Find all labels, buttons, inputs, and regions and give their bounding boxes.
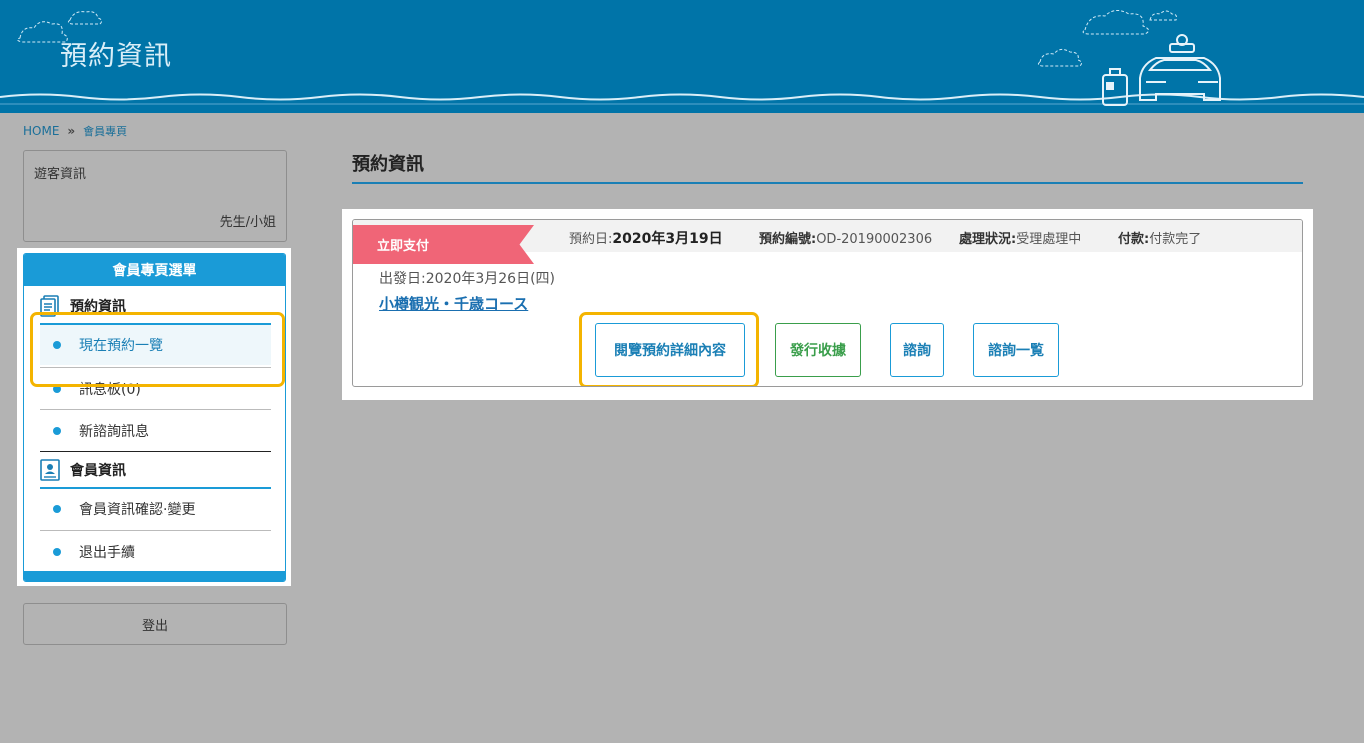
menu-footer-bar bbox=[24, 571, 285, 581]
menu-item-member-info-edit[interactable]: 會員資訊確認·變更 bbox=[40, 487, 271, 529]
menu-item-withdrawal[interactable]: 退出手續 bbox=[40, 530, 271, 572]
header-decoration bbox=[0, 10, 1364, 106]
inquiry-button[interactable]: 諮詢 bbox=[890, 323, 944, 377]
highlight-frame-detail-button bbox=[579, 312, 759, 386]
page-header: 預約資訊 bbox=[0, 0, 1364, 113]
departure-date: 出發日:2020年3月26日(四) bbox=[379, 271, 555, 287]
payment-status-label: 付款: bbox=[1118, 232, 1150, 247]
booking-number-value: OD-20190002306 bbox=[816, 232, 933, 247]
breadcrumb-current: 會員專頁 bbox=[83, 125, 128, 138]
menu-item-new-inquiry[interactable]: 新諮詢訊息 bbox=[40, 409, 271, 451]
menu-title: 會員專頁選單 bbox=[24, 254, 285, 286]
guest-honorific: 先生/小姐 bbox=[219, 215, 276, 230]
guest-info-label: 遊客資訊 bbox=[34, 167, 87, 182]
booking-number: 預約編號:OD-20190002306 bbox=[759, 228, 932, 247]
payment-status: 付款:付款完了 bbox=[1118, 228, 1201, 247]
booking-number-label: 預約編號: bbox=[759, 232, 817, 247]
guest-info-box: 遊客資訊 先生/小姐 bbox=[23, 150, 287, 242]
highlight-frame-menu bbox=[30, 312, 285, 387]
inquiry-list-button[interactable]: 諮詢一覧 bbox=[973, 323, 1059, 377]
menu-section-label: 會員資訊 bbox=[70, 463, 126, 479]
booking-card-wrapper: 立即支付 預約日:2020年3月19日 預約編號:OD-20190002306 … bbox=[342, 209, 1313, 400]
logout-button[interactable]: 登出 bbox=[23, 603, 287, 645]
breadcrumb: HOME » 會員專頁 bbox=[23, 123, 127, 139]
member-menu: 會員專頁選單 預約資訊 現在預約一覽 訊息板(0) 新諮詢訊息 會員資訊 會員資… bbox=[23, 253, 286, 582]
id-card-icon bbox=[40, 459, 60, 481]
processing-status-label: 處理狀況: bbox=[959, 232, 1017, 247]
course-name-link[interactable]: 小樽観光・千歳コース bbox=[379, 293, 528, 314]
bullet-icon bbox=[53, 426, 61, 435]
processing-status-value: 受理處理中 bbox=[1016, 232, 1082, 247]
pay-now-badge[interactable]: 立即支付 bbox=[353, 225, 534, 264]
menu-item-label: 會員資訊確認·變更 bbox=[79, 502, 196, 518]
header-title: 預約資訊 bbox=[60, 41, 172, 72]
breadcrumb-separator: » bbox=[67, 124, 76, 138]
bullet-icon bbox=[53, 547, 61, 556]
page-title: 預約資訊 bbox=[352, 154, 424, 175]
processing-status: 處理狀況:受理處理中 bbox=[959, 228, 1081, 247]
menu-item-label: 新諮詢訊息 bbox=[79, 423, 149, 440]
menu-section-member: 會員資訊 bbox=[40, 453, 271, 487]
booking-date-value: 2020年3月19日 bbox=[612, 231, 723, 247]
breadcrumb-home-link[interactable]: HOME bbox=[23, 124, 59, 138]
booking-date-label: 預約日: bbox=[569, 232, 613, 247]
bullet-icon bbox=[53, 505, 61, 513]
payment-status-value: 付款完了 bbox=[1149, 232, 1202, 247]
menu-item-label: 退出手續 bbox=[79, 544, 135, 561]
member-menu-panel: 會員專頁選單 預約資訊 現在預約一覽 訊息板(0) 新諮詢訊息 會員資訊 會員資… bbox=[17, 248, 291, 586]
title-underline bbox=[352, 182, 1303, 184]
issue-receipt-button[interactable]: 發行收據 bbox=[775, 323, 861, 377]
section-divider bbox=[40, 451, 271, 452]
booking-card: 立即支付 預約日:2020年3月19日 預約編號:OD-20190002306 … bbox=[352, 219, 1303, 387]
booking-date: 預約日:2020年3月19日 bbox=[569, 228, 723, 248]
